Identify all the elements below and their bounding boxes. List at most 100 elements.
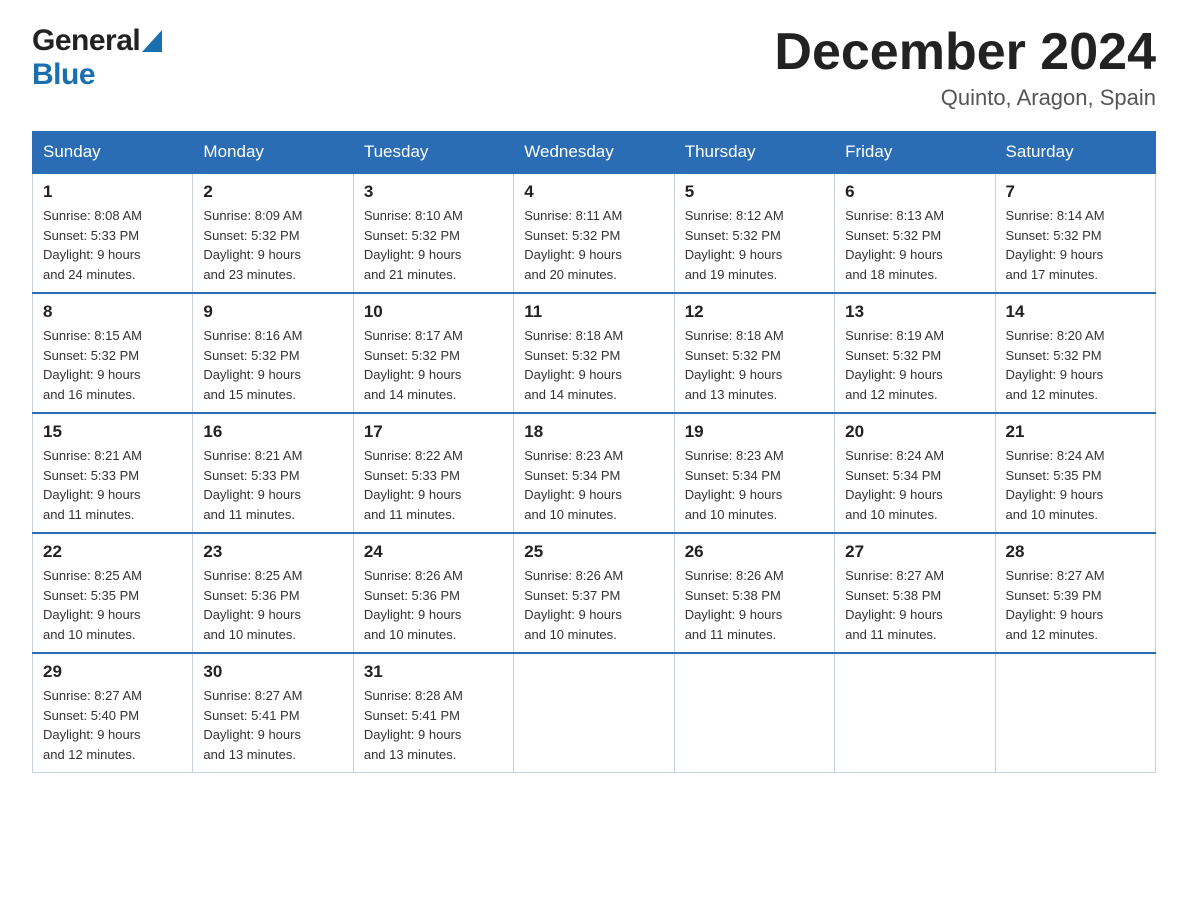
title-area: December 2024 Quinto, Aragon, Spain [774,24,1156,111]
day-number: 14 [1006,302,1145,322]
day-number: 16 [203,422,342,442]
weekday-header-saturday: Saturday [995,132,1155,174]
day-cell-22: 22Sunrise: 8:25 AMSunset: 5:35 PMDayligh… [33,533,193,653]
day-info: Sunrise: 8:18 AMSunset: 5:32 PMDaylight:… [524,326,663,404]
day-info: Sunrise: 8:21 AMSunset: 5:33 PMDaylight:… [43,446,182,524]
day-cell-9: 9 Sunrise: 8:16 AMSunset: 5:32 PMDaylight… [193,293,353,413]
day-number: 26 [685,542,824,562]
day-cell-16: 16 Sunrise: 8:21 AMSunset: 5:33 PMDayligh… [193,413,353,533]
day-number: 8 [43,302,182,322]
day-cell-8: 8Sunrise: 8:15 AMSunset: 5:32 PMDaylight… [33,293,193,413]
day-cell-17: 17 Sunrise: 8:22 AMSunset: 5:33 PMDayligh… [353,413,513,533]
weekday-header-friday: Friday [835,132,995,174]
week-row-4: 22Sunrise: 8:25 AMSunset: 5:35 PMDayligh… [33,533,1156,653]
day-info: Sunrise: 8:12 AMSunset: 5:32 PMDaylight:… [685,206,824,284]
location-title: Quinto, Aragon, Spain [774,85,1156,111]
day-info: Sunrise: 8:23 AMSunset: 5:34 PMDaylight:… [685,446,824,524]
day-info: Sunrise: 8:11 AMSunset: 5:32 PMDaylight:… [524,206,663,284]
day-number: 19 [685,422,824,442]
day-number: 10 [364,302,503,322]
day-info: Sunrise: 8:25 AMSunset: 5:35 PMDaylight:… [43,566,182,644]
day-info: Sunrise: 8:13 AMSunset: 5:32 PMDaylight:… [845,206,984,284]
day-number: 30 [203,662,342,682]
day-number: 9 [203,302,342,322]
weekday-header-sunday: Sunday [33,132,193,174]
weekday-header-row: SundayMondayTuesdayWednesdayThursdayFrid… [33,132,1156,174]
day-info: Sunrise: 8:10 AMSunset: 5:32 PMDaylight:… [364,206,503,284]
day-number: 7 [1006,182,1145,202]
day-cell-13: 13 Sunrise: 8:19 AMSunset: 5:32 PMDayligh… [835,293,995,413]
week-row-5: 29 Sunrise: 8:27 AMSunset: 5:40 PMDayligh… [33,653,1156,773]
day-cell-31: 31 Sunrise: 8:28 AMSunset: 5:41 PMDayligh… [353,653,513,773]
day-info: Sunrise: 8:27 AMSunset: 5:41 PMDaylight:… [203,686,342,764]
logo-general-text: General [32,24,162,58]
day-number: 21 [1006,422,1145,442]
day-info: Sunrise: 8:21 AMSunset: 5:33 PMDaylight:… [203,446,342,524]
week-row-3: 15 Sunrise: 8:21 AMSunset: 5:33 PMDayligh… [33,413,1156,533]
day-number: 25 [524,542,663,562]
empty-cell [514,653,674,773]
day-info: Sunrise: 8:26 AMSunset: 5:38 PMDaylight:… [685,566,824,644]
day-info: Sunrise: 8:20 AMSunset: 5:32 PMDaylight:… [1006,326,1145,404]
day-info: Sunrise: 8:23 AMSunset: 5:34 PMDaylight:… [524,446,663,524]
day-info: Sunrise: 8:26 AMSunset: 5:36 PMDaylight:… [364,566,503,644]
day-number: 27 [845,542,984,562]
calendar-table: SundayMondayTuesdayWednesdayThursdayFrid… [32,131,1156,773]
empty-cell [995,653,1155,773]
weekday-header-tuesday: Tuesday [353,132,513,174]
day-number: 4 [524,182,663,202]
day-cell-30: 30 Sunrise: 8:27 AMSunset: 5:41 PMDayligh… [193,653,353,773]
day-cell-3: 3 Sunrise: 8:10 AMSunset: 5:32 PMDaylight… [353,173,513,293]
day-cell-23: 23 Sunrise: 8:25 AMSunset: 5:36 PMDayligh… [193,533,353,653]
day-cell-14: 14 Sunrise: 8:20 AMSunset: 5:32 PMDayligh… [995,293,1155,413]
day-cell-18: 18 Sunrise: 8:23 AMSunset: 5:34 PMDayligh… [514,413,674,533]
day-info: Sunrise: 8:22 AMSunset: 5:33 PMDaylight:… [364,446,503,524]
day-info: Sunrise: 8:27 AMSunset: 5:40 PMDaylight:… [43,686,182,764]
day-cell-29: 29 Sunrise: 8:27 AMSunset: 5:40 PMDayligh… [33,653,193,773]
day-info: Sunrise: 8:16 AMSunset: 5:32 PMDaylight:… [203,326,342,404]
day-cell-4: 4 Sunrise: 8:11 AMSunset: 5:32 PMDaylight… [514,173,674,293]
day-number: 31 [364,662,503,682]
day-number: 18 [524,422,663,442]
day-number: 23 [203,542,342,562]
day-number: 13 [845,302,984,322]
day-cell-12: 12Sunrise: 8:18 AMSunset: 5:32 PMDayligh… [674,293,834,413]
day-cell-26: 26 Sunrise: 8:26 AMSunset: 5:38 PMDayligh… [674,533,834,653]
month-title: December 2024 [774,24,1156,81]
day-number: 5 [685,182,824,202]
day-number: 3 [364,182,503,202]
day-number: 12 [685,302,824,322]
day-number: 6 [845,182,984,202]
day-number: 1 [43,182,182,202]
day-cell-27: 27Sunrise: 8:27 AMSunset: 5:38 PMDayligh… [835,533,995,653]
day-info: Sunrise: 8:24 AMSunset: 5:35 PMDaylight:… [1006,446,1145,524]
day-number: 24 [364,542,503,562]
day-cell-2: 2Sunrise: 8:09 AMSunset: 5:32 PMDaylight… [193,173,353,293]
day-cell-1: 1Sunrise: 8:08 AMSunset: 5:33 PMDaylight… [33,173,193,293]
day-cell-15: 15 Sunrise: 8:21 AMSunset: 5:33 PMDayligh… [33,413,193,533]
day-cell-5: 5 Sunrise: 8:12 AMSunset: 5:32 PMDaylight… [674,173,834,293]
day-cell-11: 11Sunrise: 8:18 AMSunset: 5:32 PMDayligh… [514,293,674,413]
day-number: 29 [43,662,182,682]
logo-blue-text: Blue [32,58,162,92]
day-info: Sunrise: 8:19 AMSunset: 5:32 PMDaylight:… [845,326,984,404]
day-info: Sunrise: 8:28 AMSunset: 5:41 PMDaylight:… [364,686,503,764]
day-info: Sunrise: 8:14 AMSunset: 5:32 PMDaylight:… [1006,206,1145,284]
day-info: Sunrise: 8:26 AMSunset: 5:37 PMDaylight:… [524,566,663,644]
day-number: 17 [364,422,503,442]
day-info: Sunrise: 8:27 AMSunset: 5:39 PMDaylight:… [1006,566,1145,644]
day-cell-7: 7 Sunrise: 8:14 AMSunset: 5:32 PMDaylight… [995,173,1155,293]
day-cell-10: 10 Sunrise: 8:17 AMSunset: 5:32 PMDayligh… [353,293,513,413]
week-row-1: 1Sunrise: 8:08 AMSunset: 5:33 PMDaylight… [33,173,1156,293]
weekday-header-wednesday: Wednesday [514,132,674,174]
week-row-2: 8Sunrise: 8:15 AMSunset: 5:32 PMDaylight… [33,293,1156,413]
day-info: Sunrise: 8:24 AMSunset: 5:34 PMDaylight:… [845,446,984,524]
page-header: General Blue December 2024 Quinto, Arago… [32,24,1156,111]
day-info: Sunrise: 8:17 AMSunset: 5:32 PMDaylight:… [364,326,503,404]
day-cell-19: 19 Sunrise: 8:23 AMSunset: 5:34 PMDayligh… [674,413,834,533]
day-number: 2 [203,182,342,202]
day-cell-6: 6 Sunrise: 8:13 AMSunset: 5:32 PMDaylight… [835,173,995,293]
day-info: Sunrise: 8:25 AMSunset: 5:36 PMDaylight:… [203,566,342,644]
logo: General Blue [32,24,162,92]
day-number: 15 [43,422,182,442]
